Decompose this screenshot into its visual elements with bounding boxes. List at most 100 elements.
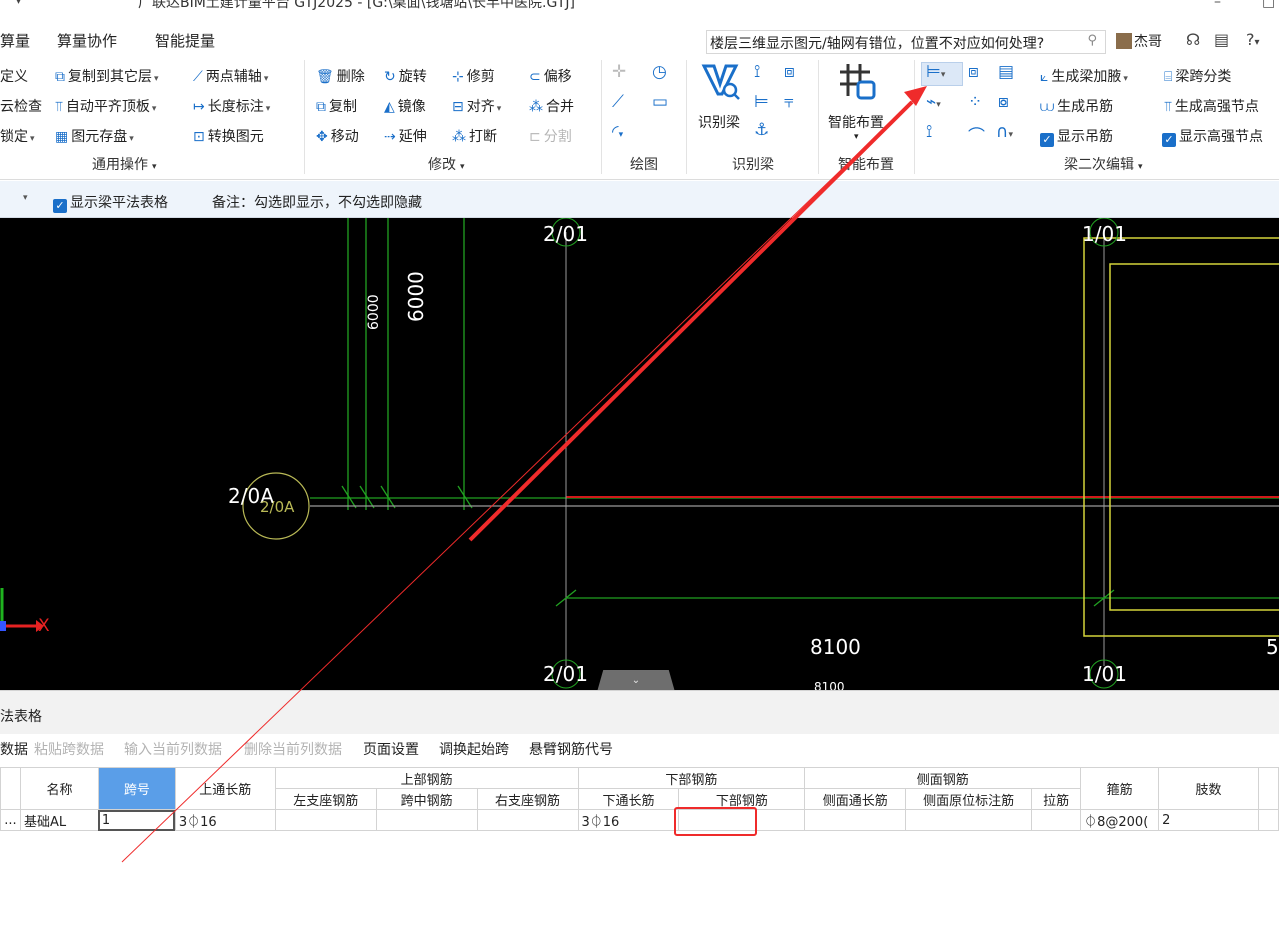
cell-name[interactable]: 基础AL	[19, 809, 99, 831]
col-header-span[interactable]: 跨号	[97, 767, 176, 810]
arc-draw-icon[interactable]: ◜▾	[612, 122, 623, 142]
cell-top-through[interactable]: 3⏀16	[174, 809, 276, 831]
col-header-name[interactable]: 名称	[19, 767, 99, 810]
cell-stirrup[interactable]: ⏀8@200(	[1080, 809, 1160, 831]
apply-same-icon[interactable]: ⁘	[968, 92, 982, 112]
copy-to-floor-button[interactable]: ⧉ 复制到其它层 ▾	[55, 66, 159, 86]
offset-button[interactable]: ⊂ 偏移	[529, 66, 572, 86]
cell-mid-span[interactable]	[375, 809, 478, 831]
page-setup-button[interactable]: 页面设置	[363, 739, 419, 759]
smart-layout-dropdown-icon[interactable]: ▾	[854, 132, 859, 142]
col-header-stirrup[interactable]: 箍筋	[1080, 767, 1160, 810]
col-header-mid-span[interactable]: 跨中钢筋	[375, 788, 478, 810]
span-classify-button[interactable]: ⌸ 梁跨分类	[1164, 66, 1231, 86]
group-general-label[interactable]: 通用操作 ▾	[92, 154, 157, 174]
rectangle-draw-icon[interactable]: ▭	[652, 92, 668, 112]
tab-smart-extract[interactable]: 智能提量	[155, 30, 215, 51]
cell-tie[interactable]	[1031, 809, 1082, 831]
cell-index[interactable]: ...	[0, 809, 21, 831]
save-element-button[interactable]: ▦ 图元存盘 ▾	[55, 126, 134, 146]
extend-button[interactable]: ⇢ 延伸	[384, 126, 427, 146]
tab-quantity[interactable]: 算量	[0, 30, 30, 51]
support-icon[interactable]: ⟟	[926, 122, 932, 142]
identify-beam-button[interactable]: 识别梁	[698, 112, 740, 132]
view-rebar-icon[interactable]: ⧇	[998, 92, 1009, 112]
group-modify-label[interactable]: 修改 ▾	[428, 154, 465, 174]
length-dim-button[interactable]: ↦ 长度标注 ▾	[193, 96, 270, 116]
convert-element-button[interactable]: ⊡ 转换图元	[193, 126, 264, 146]
arch-icon[interactable]: ⌒	[968, 122, 985, 147]
rotate-point-icon[interactable]: ◷	[652, 62, 667, 82]
help-search-input[interactable]: 楼层三维显示图元/轴网有错位，位置不对应如何处理?	[710, 33, 1044, 53]
identify-select-icon[interactable]: ⫧	[784, 92, 794, 112]
col-header-side-through[interactable]: 侧面通长筋	[804, 788, 907, 810]
group-beam-edit-label[interactable]: 梁二次编辑 ▾	[1064, 154, 1143, 174]
restore-button[interactable]: □	[1262, 0, 1275, 10]
headset-icon[interactable]: ☊	[1186, 30, 1200, 49]
cell-bottom-through[interactable]: 3⏀16	[577, 809, 680, 831]
search-icon[interactable]: ⚲	[1087, 33, 1097, 48]
gen-hs-node-button[interactable]: ⫪ 生成高强节点	[1164, 96, 1259, 116]
smart-layout-button[interactable]: 智能布置	[828, 112, 884, 132]
gen-haunch-button[interactable]: ⟀ 生成梁加腋 ▾	[1040, 66, 1128, 86]
table-icon[interactable]: ▤	[998, 62, 1014, 82]
cell-span[interactable]: 1	[97, 809, 176, 831]
show-hanger-checkbox[interactable]: ✓ 显示吊筋	[1040, 126, 1113, 147]
chevron-down-icon[interactable]: ▾	[23, 193, 28, 203]
define-button[interactable]: 定义	[0, 66, 28, 86]
paste-span-data-button[interactable]: 粘贴跨数据	[34, 739, 104, 759]
col-header-side-original[interactable]: 侧面原位标注筋	[905, 788, 1033, 810]
gen-hanger-button[interactable]: ⩊ 生成吊筋	[1040, 96, 1113, 116]
lock-button[interactable]: 锁定 ▾	[0, 126, 35, 146]
trim-button[interactable]: ⊹ 修剪	[452, 66, 495, 86]
col-header-right-support[interactable]: 右支座钢筋	[476, 788, 579, 810]
line-draw-icon[interactable]: ⟋	[612, 92, 624, 112]
two-point-axis-button[interactable]: ⟋ 两点辅轴 ▾	[193, 66, 268, 86]
original-annotation-icon[interactable]: ⊨▾	[926, 62, 945, 82]
cantilever-code-button[interactable]: 悬臂钢筋代号	[529, 739, 613, 759]
drawing-canvas[interactable]: 2/01 1/01 2/01 1/01 2/0A 2/0A 6000 6000 …	[0, 218, 1279, 690]
break-button[interactable]: ⁂ 打断	[452, 126, 497, 146]
swap-start-span-button[interactable]: 调换起始跨	[439, 739, 509, 759]
cell-side-original[interactable]	[905, 809, 1033, 831]
input-column-data-button[interactable]: 输入当前列数据	[124, 739, 222, 759]
calendar-icon[interactable]: ▤	[1214, 30, 1229, 49]
cell-right-support[interactable]	[476, 809, 579, 831]
collapse-panel-button[interactable]: ⌄	[597, 670, 675, 690]
point-draw-icon[interactable]: ✛	[612, 62, 626, 82]
identify-beam-icon[interactable]	[700, 60, 742, 106]
hook-icon[interactable]: ∩▾	[996, 122, 1013, 142]
move-button[interactable]: ✥ 移动	[316, 126, 359, 146]
merge-button[interactable]: ⁂ 合并	[529, 96, 574, 116]
col-header-tie[interactable]: 拉筋	[1031, 788, 1082, 810]
copy-button[interactable]: ⧉ 复制	[316, 96, 357, 116]
col-header-left-support[interactable]: 左支座钢筋	[274, 788, 377, 810]
rotate-button[interactable]: ↻ 旋转	[384, 66, 427, 86]
auto-flat-top-button[interactable]: ⫪ 自动平齐顶板 ▾	[55, 96, 156, 116]
copy-span-data-button[interactable]: 数据	[0, 739, 28, 759]
cell-side-through[interactable]	[804, 809, 907, 831]
help-button[interactable]: ?▾	[1246, 30, 1260, 49]
quick-access-dropdown-icon[interactable]: ▾	[16, 0, 21, 7]
help-search-box[interactable]: 楼层三维显示图元/轴网有错位，位置不对应如何处理? ⚲	[706, 30, 1106, 54]
mirror-button[interactable]: ◭ 镜像	[384, 96, 426, 116]
col-header-legs[interactable]: 肢数	[1158, 767, 1259, 810]
cell-left-support[interactable]	[274, 809, 377, 831]
col-header-top-through[interactable]: 上通长筋	[174, 767, 276, 810]
delete-button[interactable]: 🗑︎ 删除	[316, 66, 365, 86]
span-edit-icon[interactable]: ⧈	[968, 62, 979, 82]
col-header-bottom-through[interactable]: 下通长筋	[577, 788, 680, 810]
identify-label-icon[interactable]: ⧈	[784, 62, 795, 82]
brush-icon[interactable]: ⌁▾	[926, 92, 941, 112]
show-hs-node-checkbox[interactable]: ✓ 显示高强节点	[1162, 126, 1263, 147]
identify-support-icon[interactable]: ⟟	[754, 62, 760, 82]
cell-legs[interactable]: 2	[1158, 809, 1259, 831]
cell-extra[interactable]	[1257, 809, 1279, 831]
split-button[interactable]: ⊏ 分割	[529, 126, 572, 146]
align-button[interactable]: ⊟ 对齐 ▾	[452, 96, 501, 116]
identify-hanger-icon[interactable]: ⚓︎	[754, 120, 769, 140]
tab-collab[interactable]: 算量协作	[57, 30, 117, 51]
show-beam-table-checkbox[interactable]: ✓ 显示梁平法表格	[53, 192, 168, 213]
minimize-button[interactable]: –	[1214, 0, 1221, 10]
smart-layout-icon[interactable]	[836, 60, 878, 106]
